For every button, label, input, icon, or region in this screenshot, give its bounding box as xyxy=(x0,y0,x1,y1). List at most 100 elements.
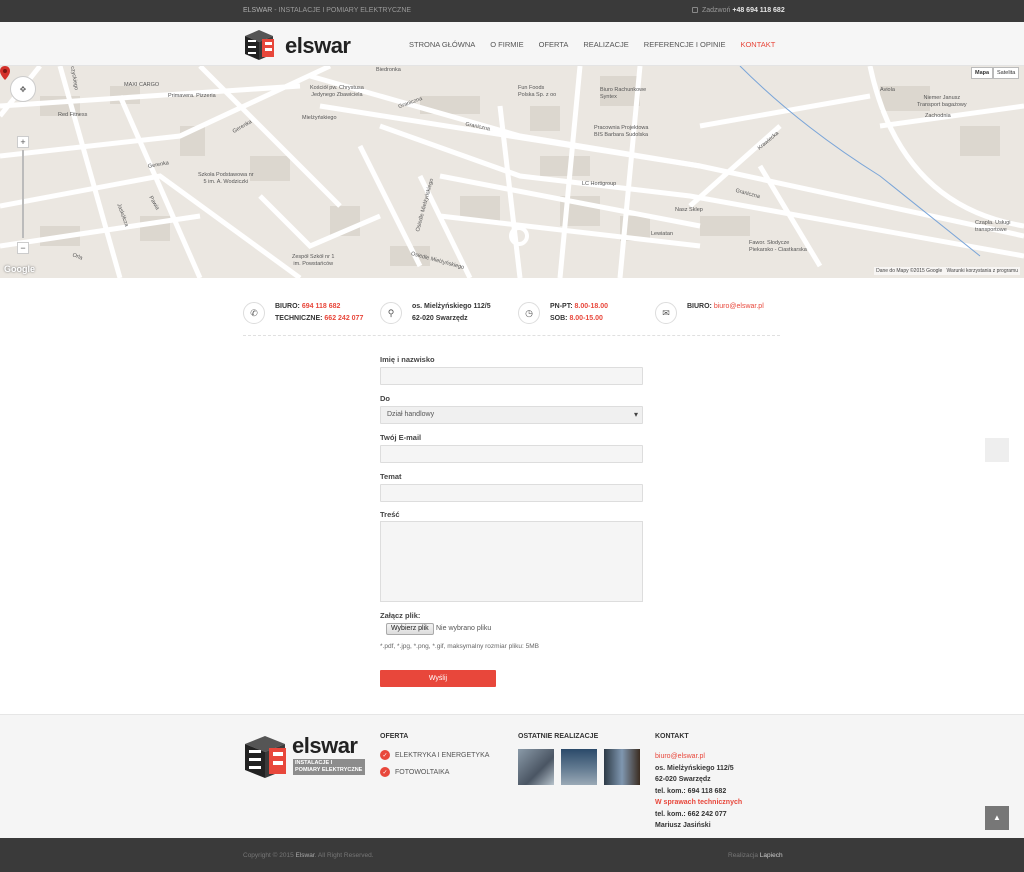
map-label: Zespół Szkół nr 1 im. Powstańców xyxy=(292,254,335,267)
office-phone[interactable]: 694 118 682 xyxy=(302,303,341,310)
top-bar: ELSWAR - INSTALACJE I POMIARY ELEKTRYCZN… xyxy=(0,0,1024,22)
realizacja-thumbnail[interactable] xyxy=(604,749,640,785)
credits-author-link[interactable]: Lapiech xyxy=(760,852,783,859)
top-bar-brand: ELSWAR xyxy=(243,7,273,14)
footer-oferta-item[interactable]: ✓ FOTOWOLTAIKA xyxy=(380,767,449,777)
department-select[interactable]: Dział handlowy xyxy=(380,406,643,424)
bottom-bar: Copyright © 2015 Elswar. All Right Reser… xyxy=(0,838,1024,872)
logo-text[interactable]: elswar xyxy=(285,33,351,59)
footer-kontakt-heading: KONTAKT xyxy=(655,733,689,740)
email-label: Twój E-mail xyxy=(380,433,422,442)
footer-oferta-item[interactable]: ✓ ELEKTRYKA I ENERGETYKA xyxy=(380,750,489,760)
footer-logo-text[interactable]: elswar xyxy=(292,733,358,759)
email-link[interactable]: biuro@elswar.pl xyxy=(714,303,764,310)
map-pan-control[interactable]: ✥ xyxy=(10,76,36,102)
map-label: Niemer Janusz Transport bagażowy xyxy=(917,95,967,108)
location-pin-icon: ⚲ xyxy=(380,302,402,324)
zoom-in-button[interactable]: + xyxy=(17,136,29,148)
main-nav: STRONA GŁÓWNA O FIRMIE OFERTA REALIZACJE… xyxy=(409,40,790,49)
google-logo: Google xyxy=(4,264,35,274)
map-attribution-data: Dane do Mapy ©2015 Google xyxy=(876,268,943,274)
credits-label: Realizacja xyxy=(728,852,760,859)
map-type-satellite-button[interactable]: Satelita xyxy=(993,67,1020,79)
call-label: Zadzwoń xyxy=(702,7,731,14)
file-label: Załącz plik: xyxy=(380,611,421,620)
top-bar-phone-number[interactable]: +48 694 118 682 xyxy=(732,7,784,14)
address-line-1: os. Mielżyńskiego 112/5 xyxy=(412,303,491,310)
realizacja-thumbnail[interactable] xyxy=(561,749,597,785)
map-label: Pracownia Projektowa BIS Barbara Sudolsk… xyxy=(594,125,649,138)
nav-realizacje[interactable]: REALIZACJE xyxy=(583,40,628,49)
map-label: MAXI CARGO xyxy=(124,82,160,88)
map-marker-icon[interactable] xyxy=(0,66,10,80)
footer-oferta-label[interactable]: ELEKTRYKA I ENERGETYKA xyxy=(395,752,489,759)
zoom-out-button[interactable]: − xyxy=(17,242,29,254)
map-terms-link[interactable]: Warunki korzystania z programu xyxy=(946,268,1018,274)
realizacja-thumbnail[interactable] xyxy=(518,749,554,785)
map-label: Nasz Sklep xyxy=(675,207,703,213)
map-label: Czapla. Usługi transportowe xyxy=(975,220,1011,233)
tech-phone[interactable]: 662 242 077 xyxy=(324,315,363,322)
footer-realizacje-heading: OSTATNIE REALIZACJE xyxy=(518,733,599,740)
map-label: Primavera. Pizzeria xyxy=(168,93,216,99)
phone-icon xyxy=(692,7,698,13)
submit-button[interactable]: Wyślij xyxy=(380,670,496,687)
footer-logo-tagline: INSTALACJE I POMIARY ELEKTRYCZNE xyxy=(293,759,365,775)
name-input[interactable] xyxy=(380,367,643,385)
address-line-2: 62-020 Swarzędz xyxy=(412,315,468,322)
map-streets xyxy=(0,66,1024,278)
map-label: Zachodnia xyxy=(925,113,951,119)
footer-email-link[interactable]: biuro@elswar.pl xyxy=(655,753,705,760)
footer-oferta-label[interactable]: FOTOWOLTAIKA xyxy=(395,769,449,776)
phone-icon: ✆ xyxy=(243,302,265,324)
footer-phone[interactable]: tel. kom.: 694 118 682 xyxy=(655,788,726,795)
footer-contact: biuro@elswar.pl os. Mielżyńskiego 112/5 … xyxy=(655,751,742,832)
nav-o-firmie[interactable]: O FIRMIE xyxy=(490,40,523,49)
hours-saturday-label: SOB: xyxy=(550,315,568,322)
subject-input[interactable] xyxy=(380,484,643,502)
map-label: Lewiatan xyxy=(651,231,674,237)
footer-logo-tagline-1: INSTALACJE I xyxy=(295,760,333,766)
top-bar-phone[interactable]: Zadzwoń +48 694 118 682 xyxy=(692,7,785,14)
subject-label: Temat xyxy=(380,472,402,481)
nav-kontakt[interactable]: KONTAKT xyxy=(740,40,775,49)
credits: Realizacja Lapiech xyxy=(728,852,783,859)
map-label: Kościół pw. Chrystusa Jedynego Zbawiciel… xyxy=(310,85,364,98)
file-status: Nie wybrano pliku xyxy=(436,625,492,632)
nav-referencje[interactable]: REFERENCJE I OPINIE xyxy=(644,40,726,49)
footer-logo-icon[interactable] xyxy=(243,734,291,780)
choose-file-button[interactable]: Wybierz plik xyxy=(386,623,434,635)
department-select-value: Dział handlowy xyxy=(387,411,435,418)
map-label: Mielżyńskiego xyxy=(302,115,337,121)
pan-arrows-icon[interactable]: ✥ xyxy=(10,76,36,102)
top-bar-tagline: ELSWAR - INSTALACJE I POMIARY ELEKTRYCZN… xyxy=(243,7,411,14)
footer xyxy=(0,714,1024,838)
map-label: Aviola xyxy=(880,87,895,93)
chevron-up-icon: ▲ xyxy=(993,813,1001,822)
hours-weekday: 8.00-18.00 xyxy=(574,303,608,310)
side-widget[interactable] xyxy=(985,438,1009,462)
top-bar-tagline-text: - INSTALACJE I POMIARY ELEKTRYCZNE xyxy=(272,7,412,14)
scroll-to-top-button[interactable]: ▲ xyxy=(985,806,1009,830)
nav-oferta[interactable]: OFERTA xyxy=(539,40,569,49)
map-label: Fawor. Słodycze Piekarsko - Ciastkarska xyxy=(749,240,807,253)
copyright-brand[interactable]: Elswar xyxy=(296,852,315,859)
map-label: Red Fitness xyxy=(58,112,88,118)
google-map[interactable]: MAXI CARGO Primavera. Pizzeria Red Fitne… xyxy=(0,66,1024,278)
divider xyxy=(243,335,780,336)
map-attribution: Dane do Mapy ©2015 Google Warunki korzys… xyxy=(874,267,1020,275)
footer-tech-phone[interactable]: tel. kom.: 662 242 077 xyxy=(655,811,727,818)
message-textarea[interactable] xyxy=(380,521,643,602)
to-label: Do xyxy=(380,394,390,403)
map-type-map-button[interactable]: Mapa xyxy=(971,67,994,79)
email-input[interactable] xyxy=(380,445,643,463)
map-label: Fun Foods Polska Sp. z oo xyxy=(518,85,557,98)
copyright-pre: Copyright © 2015 xyxy=(243,852,296,859)
hours-weekday-label: PN-PT: xyxy=(550,303,573,310)
map-label: Szkoła Podstawowa nr 5 im. A. Wodziczki xyxy=(198,172,254,185)
zoom-slider[interactable] xyxy=(22,150,24,238)
email-label: BIURO: xyxy=(687,303,712,310)
footer-address-1: os. Mielżyńskiego 112/5 xyxy=(655,764,734,772)
nav-strona-glowna[interactable]: STRONA GŁÓWNA xyxy=(409,40,475,49)
clock-icon: ◷ xyxy=(518,302,540,324)
